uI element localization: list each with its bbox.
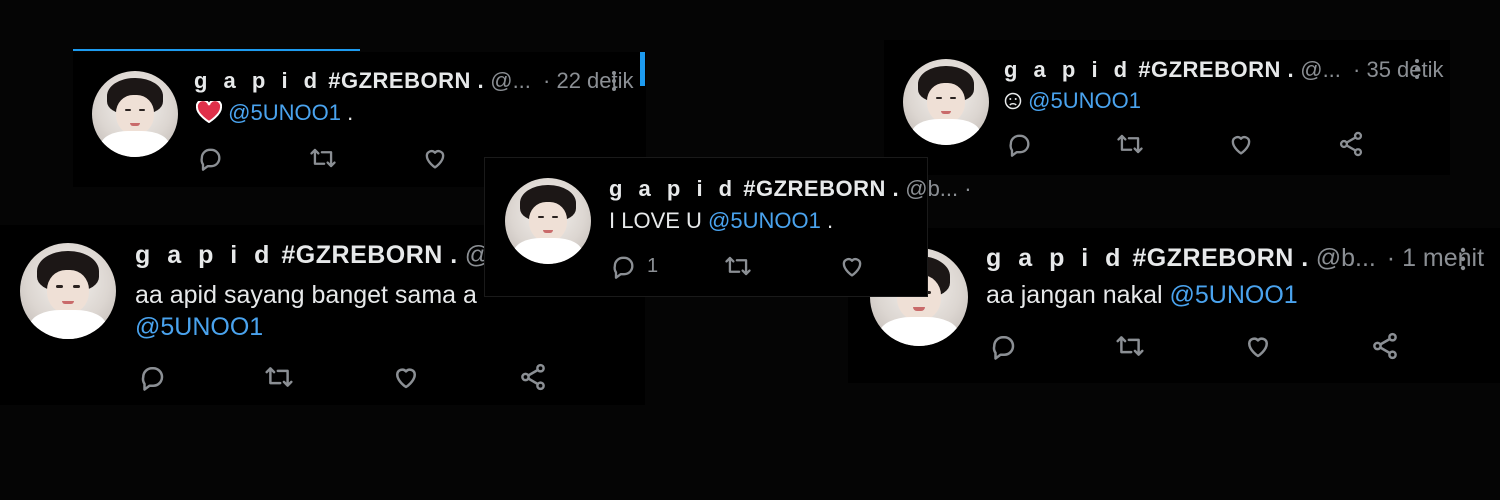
tweet-text: aa jangan nakal @5UNOO1	[986, 281, 1298, 310]
retweet-button[interactable]	[1114, 331, 1146, 361]
like-button[interactable]	[838, 252, 866, 280]
retweet-icon	[1117, 134, 1143, 154]
retweet-icon	[310, 148, 336, 168]
frown-emoji-icon	[1004, 90, 1022, 116]
tab-indicator	[73, 49, 360, 51]
avatar[interactable]	[20, 243, 116, 339]
share-icon	[521, 363, 545, 391]
display-name-tag[interactable]: #GZREBORN .	[1138, 57, 1294, 82]
tweet-text: aa apid sayang banget sama a	[135, 281, 477, 310]
retweet-button[interactable]	[1115, 130, 1145, 158]
like-button[interactable]	[391, 362, 421, 392]
heart-emoji-icon	[195, 99, 223, 129]
tweet-text: @5UNOO1 .	[195, 99, 354, 129]
reply-icon	[613, 256, 634, 279]
tweet-suffix: .	[347, 100, 354, 125]
tweet-card-3[interactable]: g a p i d #GZREBORN . @b... · I LOVE U @…	[484, 157, 972, 297]
like-icon	[396, 368, 416, 389]
display-name-tag[interactable]: #GZREBORN .	[1132, 244, 1308, 272]
scroll-indicator	[640, 52, 645, 86]
user-handle[interactable]: @...	[490, 68, 531, 93]
share-button[interactable]	[518, 362, 548, 392]
retweet-icon	[265, 367, 293, 387]
reply-button[interactable]	[196, 144, 224, 172]
like-icon	[842, 258, 862, 277]
reply-button[interactable]: 1	[609, 252, 658, 280]
display-name-first[interactable]: g a p i d	[1004, 57, 1132, 82]
tweet-header: g a p i d #GZREBORN . @b... ·	[135, 241, 540, 270]
display-name-first[interactable]: g a p i d	[194, 68, 322, 93]
retweet-button[interactable]	[308, 144, 338, 172]
retweet-button[interactable]	[723, 252, 753, 280]
display-name-first[interactable]: g a p i d	[135, 241, 274, 269]
more-options-icon[interactable]	[611, 70, 621, 97]
like-icon	[1248, 337, 1268, 358]
avatar[interactable]	[903, 59, 989, 145]
tweet-text-content: aa jangan nakal	[986, 281, 1163, 309]
reply-icon	[1009, 134, 1030, 157]
display-name-first[interactable]: g a p i d	[986, 244, 1125, 272]
tweet-text-content: aa apid sayang banget sama a	[135, 281, 477, 309]
share-icon	[1339, 131, 1363, 157]
tweet-text: @5UNOO1	[1004, 88, 1141, 116]
timestamp[interactable]: · 35 detik	[1353, 57, 1444, 82]
mention-link[interactable]: @5UNOO1	[1028, 88, 1141, 113]
user-handle[interactable]: @b...	[1316, 244, 1376, 272]
like-button[interactable]	[1227, 130, 1255, 158]
tweet-text-line2: @5UNOO1	[135, 313, 263, 342]
tweet-header: g a p i d #GZREBORN . @... · 35 detik	[1004, 57, 1444, 83]
tweet-text: I LOVE U @5UNOO1 .	[609, 208, 833, 234]
mention-link[interactable]: @5UNOO1	[228, 100, 341, 125]
reply-icon	[200, 148, 221, 171]
reply-button[interactable]	[1005, 130, 1033, 158]
retweet-icon	[1116, 336, 1144, 356]
timestamp[interactable]: ·	[964, 176, 971, 201]
user-handle[interactable]: @b...	[905, 176, 958, 201]
like-icon	[425, 150, 445, 169]
display-name-tag[interactable]: #GZREBORN .	[328, 68, 484, 93]
reply-button[interactable]	[988, 331, 1018, 361]
mention-link[interactable]: @5UNOO1	[1170, 281, 1298, 309]
like-button[interactable]	[421, 144, 449, 172]
avatar[interactable]	[505, 178, 591, 264]
user-handle[interactable]: @...	[1300, 57, 1341, 82]
tweet-header: g a p i d #GZREBORN . @b... · 1 menit	[986, 244, 1484, 273]
avatar[interactable]	[92, 71, 178, 157]
share-icon	[1373, 332, 1397, 360]
like-button[interactable]	[1243, 331, 1273, 361]
reply-icon	[141, 367, 164, 391]
tweet-card-2[interactable]: g a p i d #GZREBORN . @... · 35 detik @5…	[884, 40, 1450, 175]
display-name-first[interactable]: g a p i d	[609, 176, 737, 201]
retweet-button[interactable]	[263, 362, 295, 392]
reply-icon	[992, 336, 1015, 360]
mention-link[interactable]: @5UNOO1	[135, 313, 263, 341]
retweet-icon	[725, 256, 751, 276]
reply-button[interactable]	[137, 362, 167, 392]
reply-count: 1	[647, 254, 659, 277]
display-name-tag[interactable]: #GZREBORN .	[743, 176, 899, 201]
tweet-header: g a p i d #GZREBORN . @b... ·	[609, 176, 972, 202]
display-name-tag[interactable]: #GZREBORN .	[281, 241, 457, 269]
tweet-suffix: .	[826, 208, 834, 233]
share-button[interactable]	[1337, 130, 1365, 158]
tweet-card-5[interactable]: g a p i d #GZREBORN . @b... · 1 menit aa…	[848, 228, 1500, 383]
more-options-icon[interactable]	[1414, 58, 1424, 85]
tweet-text-content: I LOVE U	[609, 208, 702, 233]
collage-stage: g a p i d #GZREBORN . @b... · aa apid sa…	[0, 0, 1500, 500]
mention-link[interactable]: @5UNOO1	[708, 208, 821, 233]
tweet-header: g a p i d #GZREBORN . @... · 22 detik	[194, 68, 634, 94]
share-button[interactable]	[1370, 331, 1400, 361]
like-icon	[1231, 136, 1251, 155]
more-options-icon[interactable]	[1460, 247, 1470, 276]
